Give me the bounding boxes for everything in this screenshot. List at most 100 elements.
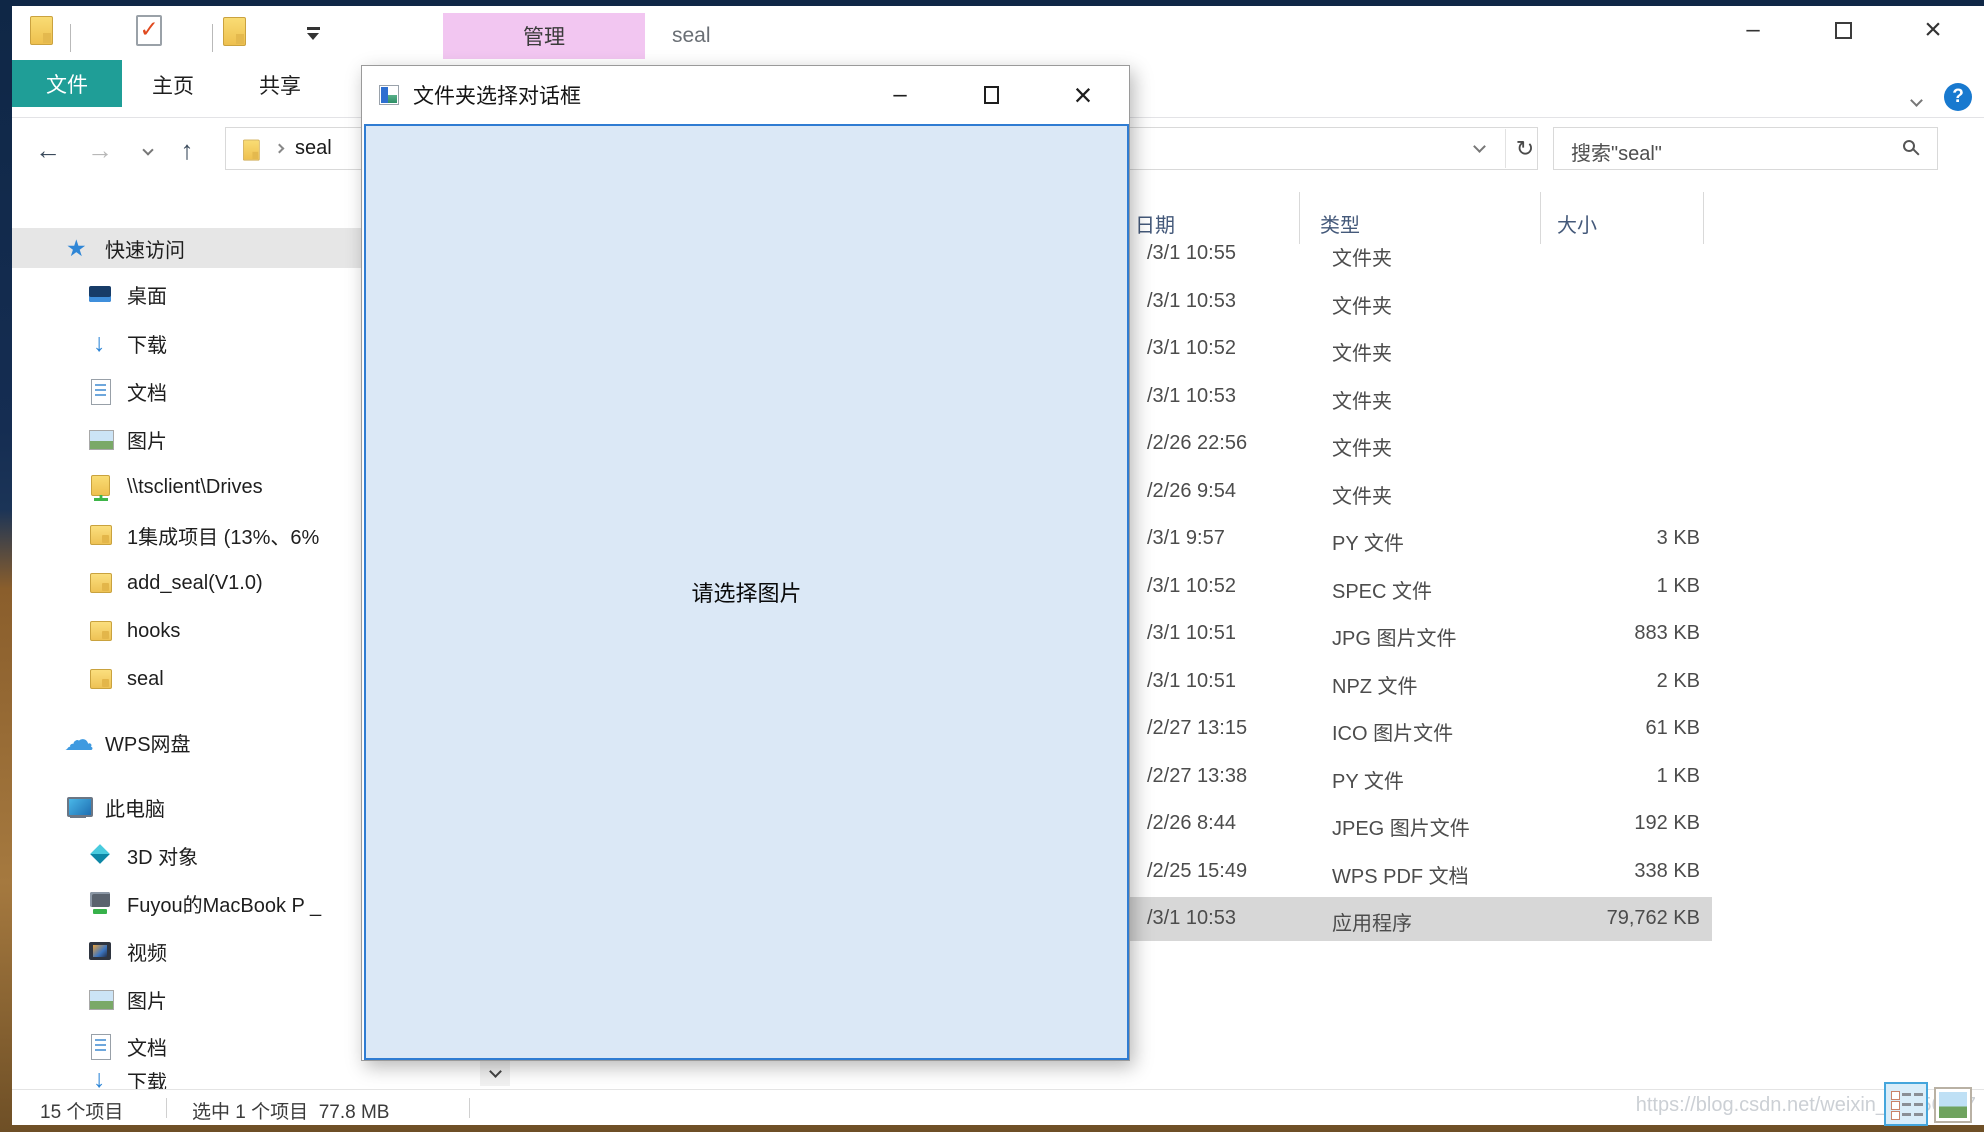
- new-folder-icon[interactable]: [221, 17, 247, 43]
- sidebar-item-label: 文档: [127, 1032, 167, 1061]
- forward-button[interactable]: →: [82, 132, 118, 168]
- search-input[interactable]: 搜索"seal": [1553, 127, 1938, 170]
- cube-icon: [88, 842, 114, 868]
- file-date: /3/1 10:53: [1147, 290, 1236, 313]
- refresh-button[interactable]: ↻: [1509, 128, 1541, 169]
- download-icon: [88, 330, 114, 356]
- file-date: /3/1 10:55: [1147, 242, 1236, 265]
- qat-customize-caret-icon[interactable]: [304, 19, 330, 45]
- picture-icon: [88, 986, 114, 1012]
- close-button[interactable]: ×: [1902, 8, 1964, 52]
- file-size: 338 KB: [1634, 860, 1700, 883]
- item-count: 15 个项目: [40, 1097, 123, 1124]
- minimize-glyph: –: [1746, 16, 1759, 44]
- file-type: 文件夹: [1332, 432, 1392, 461]
- dialog-body-text: 请选择图片: [691, 576, 801, 608]
- cloud-icon: [66, 729, 92, 755]
- video-icon: [88, 938, 114, 964]
- sidebar-item-label: WPS网盘: [105, 728, 191, 757]
- sidebar-item-label: \\tsclient\Drives: [127, 476, 263, 499]
- details-view-toggle[interactable]: [1884, 1082, 1928, 1126]
- breadcrumb-path-item[interactable]: seal: [295, 137, 332, 160]
- sidebar-item-label: 桌面: [127, 280, 167, 309]
- qat-separator: [212, 24, 213, 52]
- tab-share[interactable]: 共享: [237, 66, 323, 104]
- file-size: 61 KB: [1646, 717, 1700, 740]
- file-type: PY 文件: [1332, 765, 1404, 794]
- up-button[interactable]: ↑: [169, 132, 205, 168]
- help-button[interactable]: ?: [1944, 83, 1972, 111]
- file-date: /3/1 10:51: [1147, 622, 1236, 645]
- sidebar-item-label: 视频: [127, 937, 167, 966]
- minimize-glyph: –: [893, 81, 906, 109]
- sidebar-item-label: 快速访问: [105, 234, 185, 263]
- dialog-minimize-button[interactable]: –: [869, 66, 931, 124]
- file-type: NPZ 文件: [1332, 670, 1418, 699]
- sidebar-item-label: seal: [127, 668, 164, 691]
- file-size: 1 KB: [1657, 765, 1700, 788]
- thumbnail-view-toggle[interactable]: [1934, 1087, 1972, 1123]
- file-type: JPEG 图片文件: [1332, 812, 1470, 841]
- breadcrumb-chevron-icon[interactable]: [275, 144, 285, 154]
- sidebar-item-label: Fuyou的MacBook P _: [127, 889, 321, 918]
- file-size: 79,762 KB: [1607, 907, 1700, 930]
- search-query-text: 搜索"seal": [1571, 137, 1662, 166]
- folder-icon: [88, 570, 114, 596]
- qat-separator: [70, 24, 71, 52]
- file-date: /3/1 10:53: [1147, 907, 1236, 930]
- ribbon-collapse-chevron-icon[interactable]: [1904, 90, 1928, 110]
- sidebar-item-label: 文档: [127, 377, 167, 406]
- address-folder-icon: [242, 139, 261, 158]
- dialog-close-button[interactable]: ×: [1052, 66, 1114, 124]
- file-type: 文件夹: [1332, 290, 1392, 319]
- search-icon[interactable]: [1903, 140, 1915, 152]
- sidebar-item-label: 图片: [127, 985, 167, 1014]
- sidebar-item-label: 3D 对象: [127, 841, 198, 870]
- back-button[interactable]: ←: [30, 132, 66, 168]
- sidebar-item-downloads-2[interactable]: 下载: [12, 1064, 500, 1090]
- sidebar-item-label: 图片: [127, 425, 167, 454]
- dialog-maximize-button[interactable]: [960, 66, 1022, 124]
- file-date: /3/1 10:52: [1147, 575, 1236, 598]
- computer-icon: [66, 794, 92, 820]
- file-size: 1 KB: [1657, 575, 1700, 598]
- download-icon: [88, 1066, 114, 1090]
- properties-checked-doc-icon[interactable]: [135, 15, 161, 41]
- document-icon: [88, 1033, 114, 1059]
- selection-summary: 选中 1 个项目 77.8 MB: [192, 1097, 389, 1124]
- tab-manage-contextual[interactable]: 管理: [443, 13, 645, 59]
- file-type: 应用程序: [1332, 907, 1412, 936]
- file-date: /3/1 9:57: [1147, 527, 1225, 550]
- minimize-button[interactable]: –: [1722, 8, 1784, 52]
- recent-locations-chevron-icon[interactable]: [130, 132, 166, 168]
- file-size: 883 KB: [1634, 622, 1700, 645]
- dialog-app-icon: [379, 85, 399, 105]
- remote-icon: [88, 890, 114, 916]
- sidebar-item-label: hooks: [127, 620, 180, 643]
- file-date: /2/25 15:49: [1147, 860, 1247, 883]
- file-date: /3/1 10:51: [1147, 670, 1236, 693]
- sidebar-item-label: 下载: [127, 329, 167, 358]
- screen: 管理 seal – × 文件 主页 共享 ? ← → ↑ seal: [0, 0, 1984, 1132]
- tab-file[interactable]: 文件: [12, 60, 122, 107]
- folder-icon: [88, 522, 114, 548]
- address-dropdown-chevron-icon[interactable]: [1473, 140, 1486, 153]
- window-title: seal: [672, 24, 711, 48]
- folder-icon: [88, 618, 114, 644]
- maximize-button[interactable]: [1812, 8, 1874, 52]
- netdrive-icon: [88, 474, 114, 500]
- close-glyph: ×: [1924, 13, 1942, 47]
- sidebar-item-label: 1集成项目 (13%、6%: [127, 521, 319, 550]
- tab-home[interactable]: 主页: [130, 66, 216, 104]
- file-size: 192 KB: [1634, 812, 1700, 835]
- document-icon: [88, 378, 114, 404]
- file-date: /2/27 13:38: [1147, 765, 1247, 788]
- quick-access-folder-icon[interactable]: [28, 16, 54, 42]
- sidebar-item-label: 此电脑: [105, 793, 165, 822]
- file-type: SPEC 文件: [1332, 575, 1432, 604]
- sidebar-item-label: 下载: [127, 1066, 167, 1090]
- dialog-image-select-area[interactable]: 请选择图片: [364, 124, 1129, 1060]
- folder-icon: [88, 666, 114, 692]
- file-date: /3/1 10:52: [1147, 337, 1236, 360]
- sidebar-item-label: add_seal(V1.0): [127, 572, 263, 595]
